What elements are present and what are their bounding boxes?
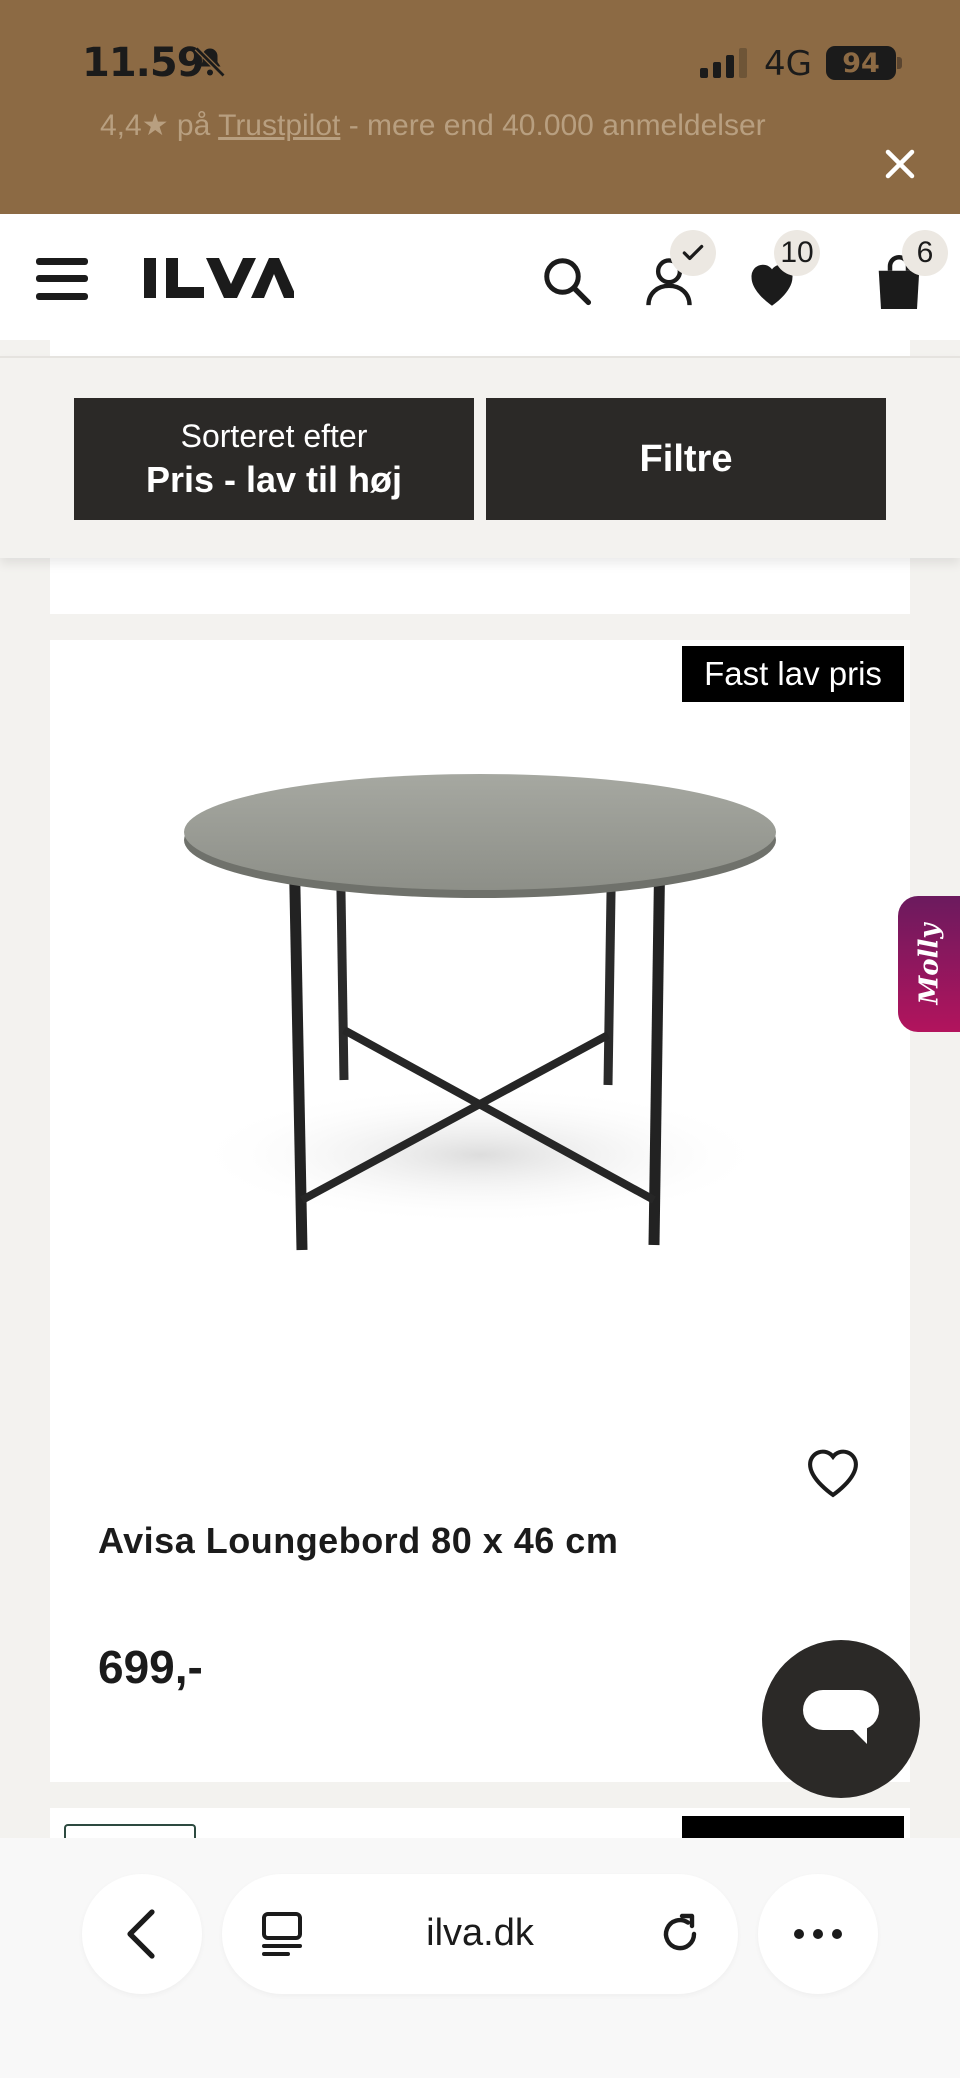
address-bar[interactable]: ilva.dk (222, 1874, 738, 1994)
sort-value: Pris - lav til høj (145, 458, 403, 500)
product-image[interactable] (160, 690, 800, 1290)
sort-button[interactable]: Sorteret efter Pris - lav til høj (74, 398, 474, 520)
back-button[interactable] (82, 1874, 202, 1994)
rating-text: 4,4★ på (100, 109, 219, 142)
more-button[interactable] (758, 1874, 878, 1994)
search-icon[interactable] (540, 254, 594, 308)
filter-button[interactable]: Filtre (486, 398, 886, 520)
chevron-left-icon (127, 1909, 155, 1959)
chat-bubble-icon (803, 1690, 879, 1744)
molly-label: Molly (914, 923, 945, 1005)
ellipsis-icon (794, 1929, 842, 1939)
close-icon[interactable] (882, 146, 918, 182)
product-name[interactable]: Avisa Loungebord 80 x 46 cm (98, 1520, 618, 1562)
battery-indicator: 94 (826, 46, 896, 80)
check-icon (682, 244, 704, 261)
sort-label: Sorteret efter (180, 417, 368, 454)
ilva-logo[interactable] (144, 258, 294, 298)
logged-in-badge (670, 230, 716, 276)
network-label: 4G (764, 44, 812, 84)
favorites-count-badge: 10 (774, 230, 820, 276)
signal-icon (700, 48, 747, 78)
browser-toolbar: ilva.dk (0, 1838, 960, 2078)
chat-button[interactable] (762, 1640, 920, 1798)
status-time: 11.59 (82, 40, 205, 86)
cart-count-badge: 6 (902, 230, 948, 276)
sort-filter-bar: Sorteret efter Pris - lav til høj Filtre (0, 356, 960, 558)
site-header: 10 6 (0, 214, 960, 340)
menu-icon[interactable] (36, 258, 88, 300)
product-card[interactable]: Fast lav pris Avisa Loungebord 80 x 46 c… (50, 640, 910, 1782)
reviews-text: - mere end 40.000 anmeldelser (340, 109, 766, 142)
battery-tip (897, 57, 902, 69)
filter-label: Filtre (639, 437, 733, 480)
bell-off-icon (194, 46, 226, 78)
top-banner: 11.59 4G 94 4,4★ på Trustpilot - mere en… (0, 0, 960, 214)
heart-outline-icon[interactable] (802, 1444, 864, 1500)
product-price: 699,- (98, 1641, 203, 1693)
trustpilot-link[interactable]: Trustpilot (218, 109, 340, 142)
trustpilot-line: 4,4★ på Trustpilot - mere end 40.000 anm… (100, 108, 766, 143)
molly-side-tab[interactable]: Molly (898, 896, 960, 1032)
reload-icon[interactable] (656, 1910, 704, 1958)
